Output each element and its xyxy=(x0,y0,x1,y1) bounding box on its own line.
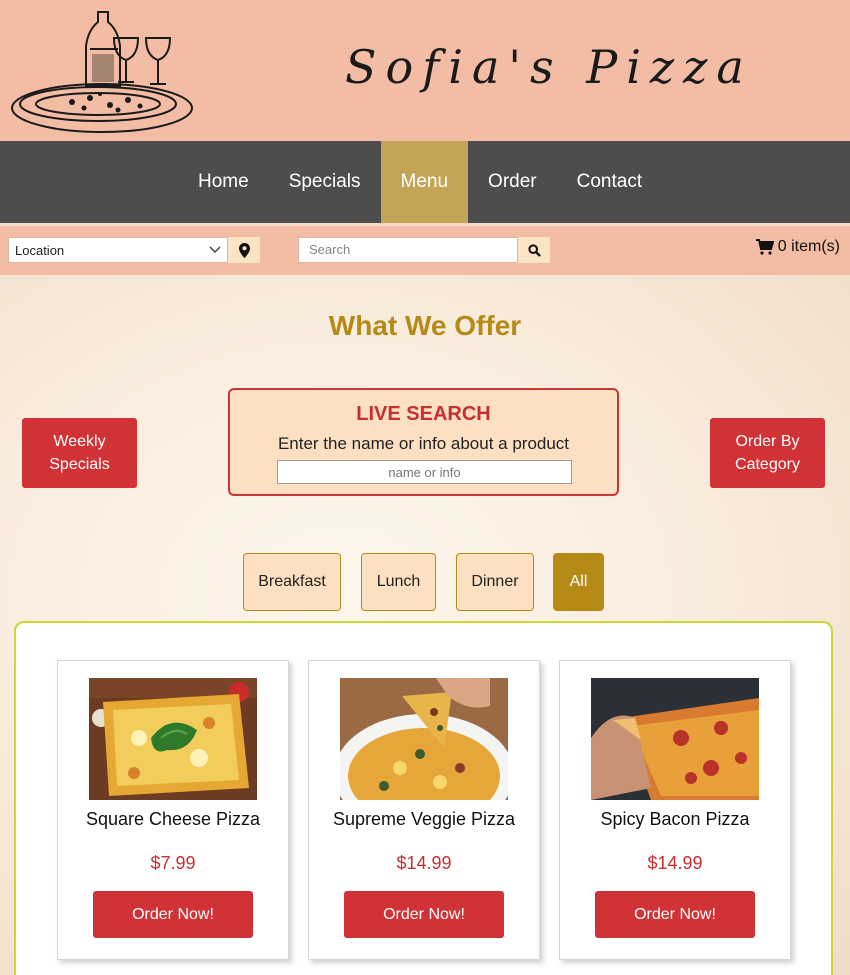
product-name: Square Cheese Pizza xyxy=(85,809,261,829)
search-icon xyxy=(527,243,541,257)
search-input[interactable]: Search xyxy=(298,237,518,263)
filter-all[interactable]: All xyxy=(553,553,604,611)
weekly-specials-button[interactable]: Weekly Specials xyxy=(22,418,137,488)
order-by-category-button[interactable]: Order By Category xyxy=(710,418,825,488)
product-price: $14.99 xyxy=(647,853,703,873)
weekly-specials-label: Weekly Specials xyxy=(49,433,110,473)
live-search-box: LIVE SEARCH Enter the name or info about… xyxy=(228,388,619,496)
section-title: What We Offer xyxy=(328,310,522,341)
shopping-cart-icon xyxy=(755,239,774,255)
location-select-value: Location xyxy=(15,242,65,258)
order-now-button[interactable]: Order Now! xyxy=(344,891,504,938)
chevron-down-icon xyxy=(209,246,221,254)
product-card: Square Cheese Pizza $7.99 Order Now! xyxy=(57,660,289,960)
brand-title: Sofia's Pizza xyxy=(345,40,753,94)
nav-item-menu[interactable]: Menu xyxy=(380,141,469,223)
product-card: Spicy Bacon Pizza $14.99 Order Now! xyxy=(559,660,791,960)
live-search-title: LIVE SEARCH xyxy=(356,403,491,425)
nav-item-order[interactable]: Order xyxy=(468,141,557,223)
live-search-subtitle: Enter the name or info about a product xyxy=(277,434,570,453)
filter-lunch[interactable]: Lunch xyxy=(361,553,436,611)
nav-item-contact[interactable]: Contact xyxy=(557,141,662,223)
product-name: Spicy Bacon Pizza xyxy=(600,809,750,829)
product-name: Supreme Veggie Pizza xyxy=(332,809,516,829)
search-button[interactable] xyxy=(518,237,550,263)
order-by-category-label: Order By Category xyxy=(735,433,800,473)
map-pin-icon xyxy=(238,242,250,258)
supreme-veggie-pizza-image xyxy=(340,678,508,800)
nav-item-home[interactable]: Home xyxy=(178,141,269,223)
product-price: $14.99 xyxy=(396,853,452,873)
square-cheese-pizza-image xyxy=(89,678,257,800)
filter-breakfast[interactable]: Breakfast xyxy=(243,553,341,611)
site-header: Sofia's Pizza xyxy=(0,0,850,141)
pizza-logo-icon xyxy=(11,11,193,133)
toolbar: Location Search 0 item(s) xyxy=(0,223,850,275)
cart-count: 0 item(s) xyxy=(777,238,840,255)
spicy-bacon-pizza-image xyxy=(591,678,759,800)
product-price: $7.99 xyxy=(150,853,196,873)
filter-dinner[interactable]: Dinner xyxy=(456,553,534,611)
live-search-input[interactable]: name or info xyxy=(277,460,572,484)
nav-item-specials[interactable]: Specials xyxy=(269,141,381,223)
order-now-button[interactable]: Order Now! xyxy=(595,891,755,938)
main-nav: Home Specials Menu Order Contact xyxy=(0,141,850,223)
location-pin-button[interactable] xyxy=(228,237,260,263)
order-now-button[interactable]: Order Now! xyxy=(93,891,253,938)
product-card: Supreme Veggie Pizza $14.99 Order Now! xyxy=(308,660,540,960)
cart-link[interactable]: 0 item(s) xyxy=(755,238,840,256)
location-select[interactable]: Location xyxy=(8,237,228,263)
